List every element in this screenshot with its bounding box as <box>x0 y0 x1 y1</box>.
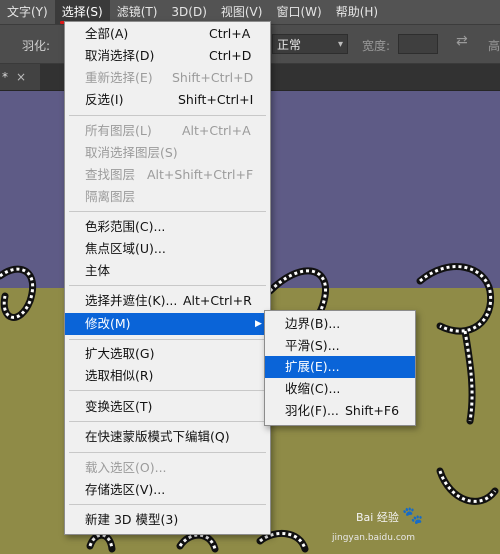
menu-divider <box>69 211 266 212</box>
menu-item-select-and-mask[interactable]: 选择并遮住(K)... Alt+Ctrl+R <box>65 290 270 312</box>
submenu-item-contract[interactable]: 收缩(C)... <box>265 378 415 400</box>
unsaved-marker: * <box>2 70 8 84</box>
watermark-brand: Bai 经验 <box>356 511 399 524</box>
menu-item-shortcut: Shift+Ctrl+D <box>172 70 254 85</box>
select-menu: 全部(A) Ctrl+A 取消选择(D) Ctrl+D 重新选择(E) Shif… <box>64 21 271 535</box>
menu-item-subject[interactable]: 主体 <box>65 260 270 282</box>
menu-divider <box>69 115 266 116</box>
width-label: 宽度: <box>362 39 391 53</box>
menu-item-label: 重新选择(E) <box>85 70 153 85</box>
chevron-down-icon: ▾ <box>337 39 343 50</box>
swap-icon[interactable]: ⇄ <box>456 33 474 53</box>
menu-help[interactable]: 帮助(H) <box>329 0 385 24</box>
menu-item-label: 查找图层 <box>85 167 136 182</box>
menu-item-label: 选取相似(R) <box>85 368 154 383</box>
menu-item-isolate-layers[interactable]: 隔离图层 <box>65 186 270 208</box>
menu-item-save-selection[interactable]: 存储选区(V)... <box>65 479 270 501</box>
menu-item-label: 隔离图层 <box>85 189 136 204</box>
menu-item-shortcut: Ctrl+D <box>209 48 252 63</box>
menu-item-label: 修改(M) <box>85 316 131 331</box>
menu-item-shortcut: Alt+Ctrl+R <box>183 293 252 308</box>
menu-item-label: 载入选区(O)... <box>85 460 167 475</box>
paw-icon: 🐾 <box>402 506 424 526</box>
menu-item-shortcut: Ctrl+A <box>209 26 251 41</box>
menu-item-label: 焦点区域(U)... <box>85 241 166 256</box>
menu-type[interactable]: 文字(Y) <box>0 0 55 24</box>
menu-item-find-layers[interactable]: 查找图层 Alt+Shift+Ctrl+F <box>65 164 270 186</box>
menu-window[interactable]: 窗口(W) <box>269 0 328 24</box>
style-select-value: 正常 <box>277 38 302 52</box>
menu-item-grow[interactable]: 扩大选取(G) <box>65 343 270 365</box>
menu-item-label: 存储选区(V)... <box>85 482 166 497</box>
menu-item-reselect[interactable]: 重新选择(E) Shift+Ctrl+D <box>65 67 270 89</box>
menu-item-color-range[interactable]: 色彩范围(C)... <box>65 216 270 238</box>
menu-item-all-layers[interactable]: 所有图层(L) Alt+Ctrl+A <box>65 120 270 142</box>
submenu-item-smooth[interactable]: 平滑(S)... <box>265 335 415 357</box>
menu-item-quick-mask[interactable]: 在快速蒙版模式下编辑(Q) <box>65 426 270 448</box>
width-input[interactable] <box>398 34 438 54</box>
submenu-item-expand[interactable]: 扩展(E)... <box>265 356 415 378</box>
menu-item-deselect-layers[interactable]: 取消选择图层(S) <box>65 142 270 164</box>
height-label: 高 <box>488 39 500 53</box>
menu-divider <box>69 390 266 391</box>
menu-item-label: 色彩范围(C)... <box>85 219 166 234</box>
menu-item-label: 反选(I) <box>85 92 124 107</box>
menu-item-label: 全部(A) <box>85 26 129 41</box>
menu-item-new-3d-model[interactable]: 新建 3D 模型(3) <box>65 509 270 531</box>
menu-item-label: 平滑(S)... <box>285 338 340 353</box>
menu-item-inverse[interactable]: 反选(I) Shift+Ctrl+I <box>65 89 270 111</box>
menu-item-shortcut: Shift+F6 <box>345 403 400 418</box>
menu-item-label: 扩展(E)... <box>285 359 340 374</box>
menu-item-load-selection[interactable]: 载入选区(O)... <box>65 457 270 479</box>
menu-item-label: 羽化(F)... <box>285 403 339 418</box>
menu-item-label: 所有图层(L) <box>85 123 152 138</box>
document-tab[interactable]: * × <box>0 64 40 90</box>
submenu-item-feather[interactable]: 羽化(F)... Shift+F6 <box>265 400 415 422</box>
submenu-arrow-icon: ▶ <box>255 319 262 329</box>
menu-divider <box>69 452 266 453</box>
menu-item-similar[interactable]: 选取相似(R) <box>65 365 270 387</box>
menu-item-modify[interactable]: 修改(M) ▶ <box>65 313 270 335</box>
submenu-item-border[interactable]: 边界(B)... <box>265 313 415 335</box>
feather-label: 羽化: <box>22 39 51 53</box>
menu-item-transform-selection[interactable]: 变换选区(T) <box>65 396 270 418</box>
modify-submenu: 边界(B)... 平滑(S)... 扩展(E)... 收缩(C)... 羽化(F… <box>264 310 416 426</box>
menu-item-label: 变换选区(T) <box>85 399 153 414</box>
menu-item-label: 收缩(C)... <box>285 381 341 396</box>
menu-divider <box>69 339 266 340</box>
menu-item-shortcut: Alt+Shift+Ctrl+F <box>147 167 254 182</box>
style-select[interactable]: 正常 ▾ <box>272 34 348 54</box>
menu-item-label: 选择并遮住(K)... <box>85 293 178 308</box>
menu-item-shortcut: Shift+Ctrl+I <box>178 92 254 107</box>
menu-item-label: 在快速蒙版模式下编辑(Q) <box>85 429 230 444</box>
close-icon[interactable]: × <box>16 64 26 90</box>
menu-item-label: 取消选择图层(S) <box>85 145 178 160</box>
menu-item-label: 边界(B)... <box>285 316 341 331</box>
menu-divider <box>69 285 266 286</box>
menu-item-deselect[interactable]: 取消选择(D) Ctrl+D <box>65 45 270 67</box>
menu-item-label: 主体 <box>85 263 111 278</box>
baidu-watermark: Bai 经验 🐾 <box>356 506 424 526</box>
menu-item-label: 取消选择(D) <box>85 48 155 63</box>
menu-item-shortcut: Alt+Ctrl+A <box>182 123 251 138</box>
menu-divider <box>69 504 266 505</box>
menu-item-label: 新建 3D 模型(3) <box>85 512 179 527</box>
menu-item-focus-area[interactable]: 焦点区域(U)... <box>65 238 270 260</box>
menu-item-select-all[interactable]: 全部(A) Ctrl+A <box>65 23 270 45</box>
watermark-url: jingyan.baidu.com <box>332 533 416 543</box>
menu-item-label: 扩大选取(G) <box>85 346 155 361</box>
menu-divider <box>69 421 266 422</box>
